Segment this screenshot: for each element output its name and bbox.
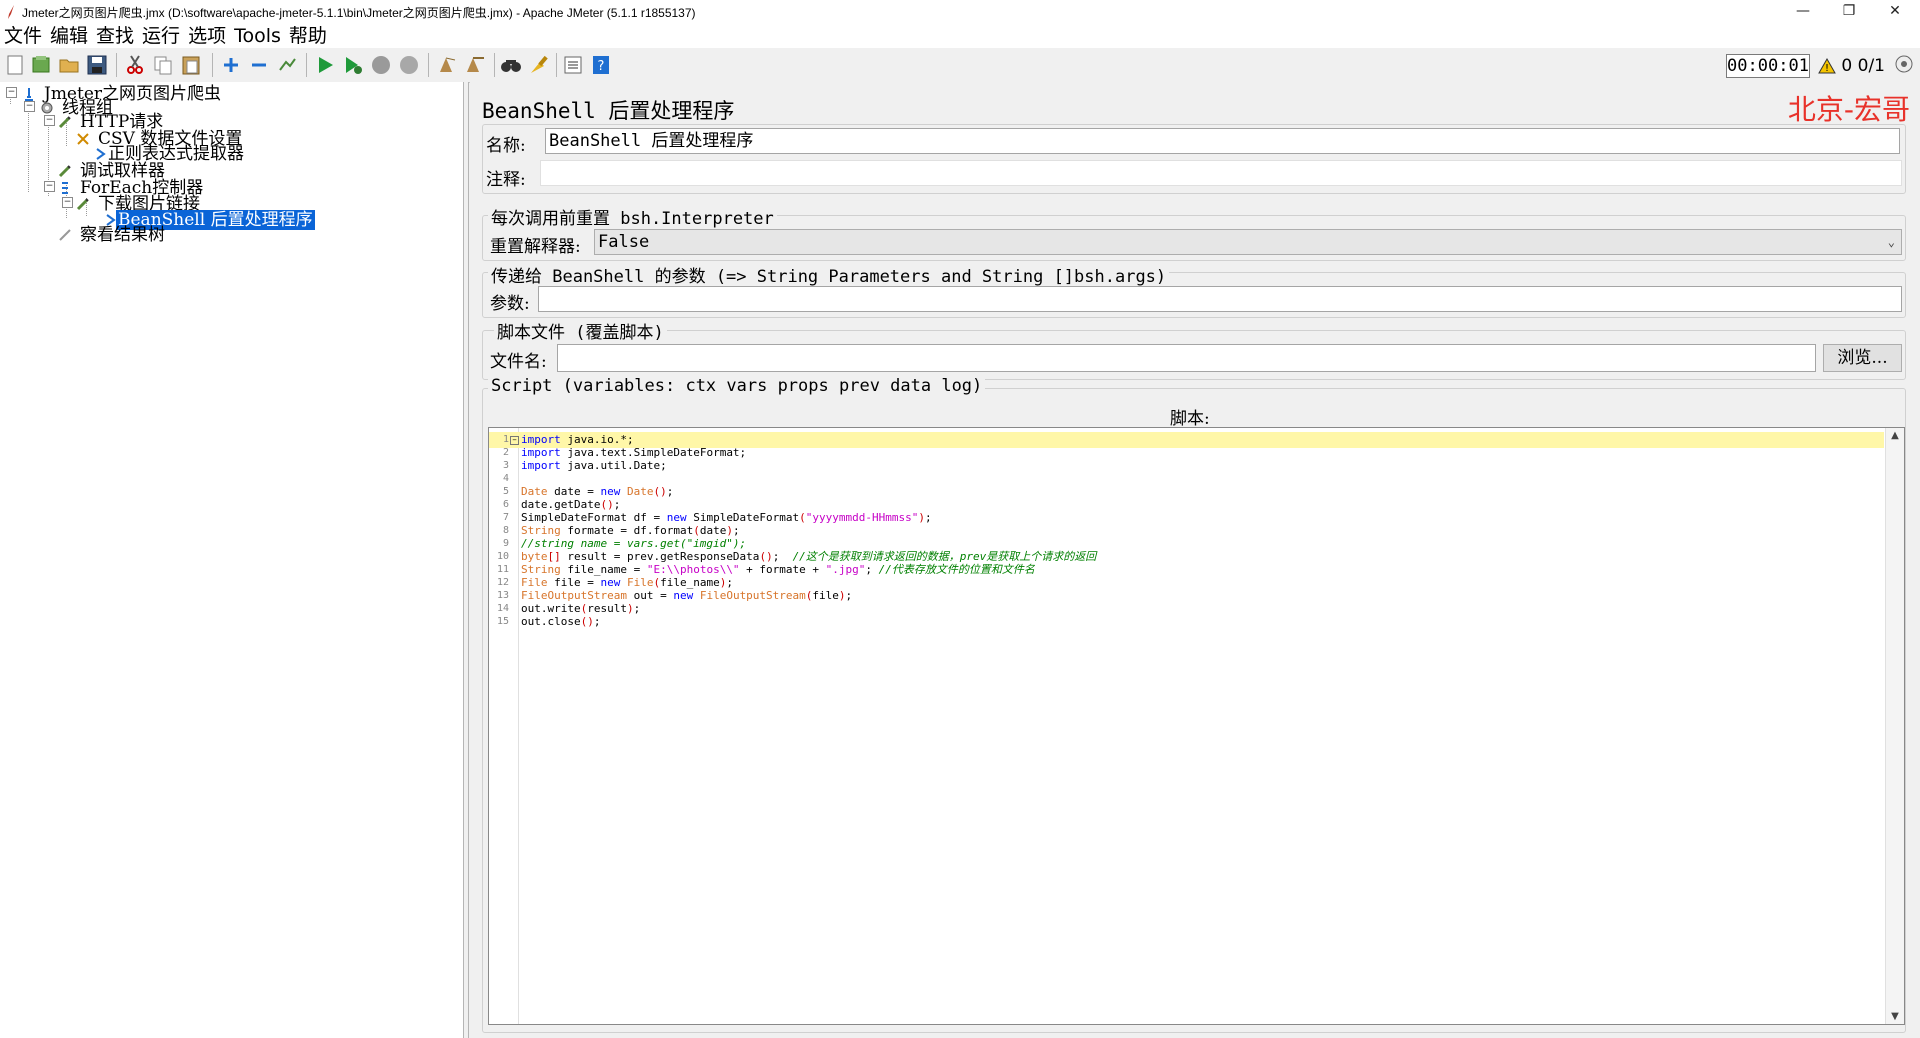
title-bar: Jmeter之网页图片爬虫.jmx (D:\software\apache-jm… xyxy=(0,0,1920,24)
scroll-up-icon[interactable]: ▲ xyxy=(1886,430,1904,441)
tree-item-results-tree[interactable]: 察看结果树 xyxy=(58,227,167,244)
menu-search[interactable]: 查找 xyxy=(92,24,138,48)
minimize-button[interactable]: — xyxy=(1780,0,1826,24)
panel-splitter[interactable] xyxy=(464,82,469,1038)
start-no-pause-icon[interactable] xyxy=(342,54,364,76)
params-label: 参数: xyxy=(490,294,530,314)
reset-select-value: False xyxy=(598,232,650,252)
script-editor[interactable]: 1− import java.io.*; 2 import java.text.Sim… xyxy=(488,427,1905,1025)
search-icon[interactable] xyxy=(500,54,522,76)
code-text: out.close(); xyxy=(521,615,601,628)
reset-group-title: 每次调用前重置 bsh.Interpreter xyxy=(488,204,777,229)
watermark-brand: 北京-宏哥 xyxy=(1787,93,1910,126)
comment-label: 注释: xyxy=(486,170,526,190)
script-group-title: Script (variables: ctx vars props prev d… xyxy=(488,376,986,396)
reset-label: 重置解释器: xyxy=(490,237,581,257)
status-indicators: ! 0 0/1 xyxy=(1818,54,1914,77)
listener-icon xyxy=(59,229,71,241)
running-status-icon xyxy=(1895,55,1913,73)
jmeter-feather-icon xyxy=(8,5,14,19)
cut-icon[interactable] xyxy=(124,54,146,76)
arrow-right-icon xyxy=(96,148,106,160)
clear-icon[interactable] xyxy=(528,54,550,76)
name-label: 名称: xyxy=(486,136,526,156)
scissors-icon xyxy=(77,133,89,145)
filename-label: 文件名: xyxy=(490,352,547,372)
shutdown-icon[interactable] xyxy=(398,54,420,76)
save-icon[interactable] xyxy=(86,54,108,76)
testplan-icon xyxy=(25,88,33,101)
collapse-all-icon[interactable] xyxy=(248,54,270,76)
menu-help[interactable]: 帮助 xyxy=(285,24,331,48)
file-group-title: 脚本文件 (覆盖脚本) xyxy=(494,318,667,343)
templates-icon[interactable] xyxy=(30,54,52,76)
elapsed-timer: 00:00:01 xyxy=(1726,54,1810,78)
params-group-title: 传递给 BeanShell 的参数 (=> String Parameters … xyxy=(488,262,1170,287)
panel-title: BeanShell 后置处理程序 xyxy=(482,99,735,123)
expand-all-icon[interactable] xyxy=(220,54,242,76)
menu-tools[interactable]: Tools xyxy=(230,24,285,48)
new-icon[interactable] xyxy=(4,54,26,76)
scroll-down-icon[interactable]: ▼ xyxy=(1886,1011,1904,1022)
filename-field[interactable] xyxy=(557,344,1816,372)
vertical-scrollbar[interactable]: ▲ ▼ xyxy=(1885,428,1904,1024)
pipette-icon xyxy=(76,198,89,211)
menu-run[interactable]: 运行 xyxy=(138,24,184,48)
tree-toggle-foreach[interactable]: − xyxy=(44,181,55,192)
fold-icon[interactable]: − xyxy=(510,436,519,445)
paste-icon[interactable] xyxy=(180,54,202,76)
menu-bar: 文件 编辑 查找 运行 选项 Tools 帮助 xyxy=(0,24,1920,48)
warning-icon[interactable]: ! xyxy=(1818,57,1836,74)
params-field[interactable] xyxy=(538,286,1902,312)
toggle-icon[interactable] xyxy=(276,54,298,76)
line-number: 15 xyxy=(496,616,509,627)
pipette-icon xyxy=(58,165,71,178)
menu-file[interactable]: 文件 xyxy=(0,24,46,48)
toolbar: ? xyxy=(0,48,1920,83)
controller-icon xyxy=(62,182,68,194)
open-icon[interactable] xyxy=(58,54,80,76)
tree-toggle-download[interactable]: − xyxy=(62,197,73,208)
function-helper-icon[interactable] xyxy=(562,54,584,76)
chevron-down-icon: ⌄ xyxy=(1887,235,1895,249)
gear-icon xyxy=(41,102,53,114)
start-icon[interactable] xyxy=(314,54,336,76)
name-field[interactable]: BeanShell 后置处理程序 xyxy=(545,128,1900,154)
pipette-icon xyxy=(58,116,71,129)
script-label: 脚本: xyxy=(1170,409,1210,429)
reset-interpreter-select[interactable]: False ⌄ xyxy=(594,229,1902,255)
copy-icon[interactable] xyxy=(152,54,174,76)
menu-options[interactable]: 选项 xyxy=(184,24,230,48)
svg-text:!: ! xyxy=(1825,63,1829,74)
browse-button[interactable]: 浏览... xyxy=(1823,344,1902,372)
remote-start-icon[interactable] xyxy=(436,54,458,76)
comment-field[interactable] xyxy=(540,160,1902,186)
help-icon[interactable]: ? xyxy=(590,54,612,76)
svg-text:?: ? xyxy=(598,59,605,74)
window-title: Jmeter之网页图片爬虫.jmx (D:\software\apache-jm… xyxy=(22,6,696,20)
thread-count: 0/1 xyxy=(1857,56,1885,76)
menu-edit[interactable]: 编辑 xyxy=(46,24,92,48)
remote-stop-icon[interactable] xyxy=(464,54,486,76)
test-plan-tree: − − − − − Jmeter之网页图片爬虫 线程组 HTTP请求 CSV 数… xyxy=(0,82,464,1038)
restore-button[interactable]: ❐ xyxy=(1826,0,1872,24)
stop-icon[interactable] xyxy=(370,54,392,76)
code-line[interactable]: 15 out.close(); xyxy=(489,614,1884,630)
close-button[interactable]: ✕ xyxy=(1872,0,1918,24)
tree-toggle-testplan[interactable]: − xyxy=(6,87,17,98)
tree-item-label: 察看结果树 xyxy=(80,225,165,245)
warning-count[interactable]: 0 xyxy=(1841,56,1852,76)
